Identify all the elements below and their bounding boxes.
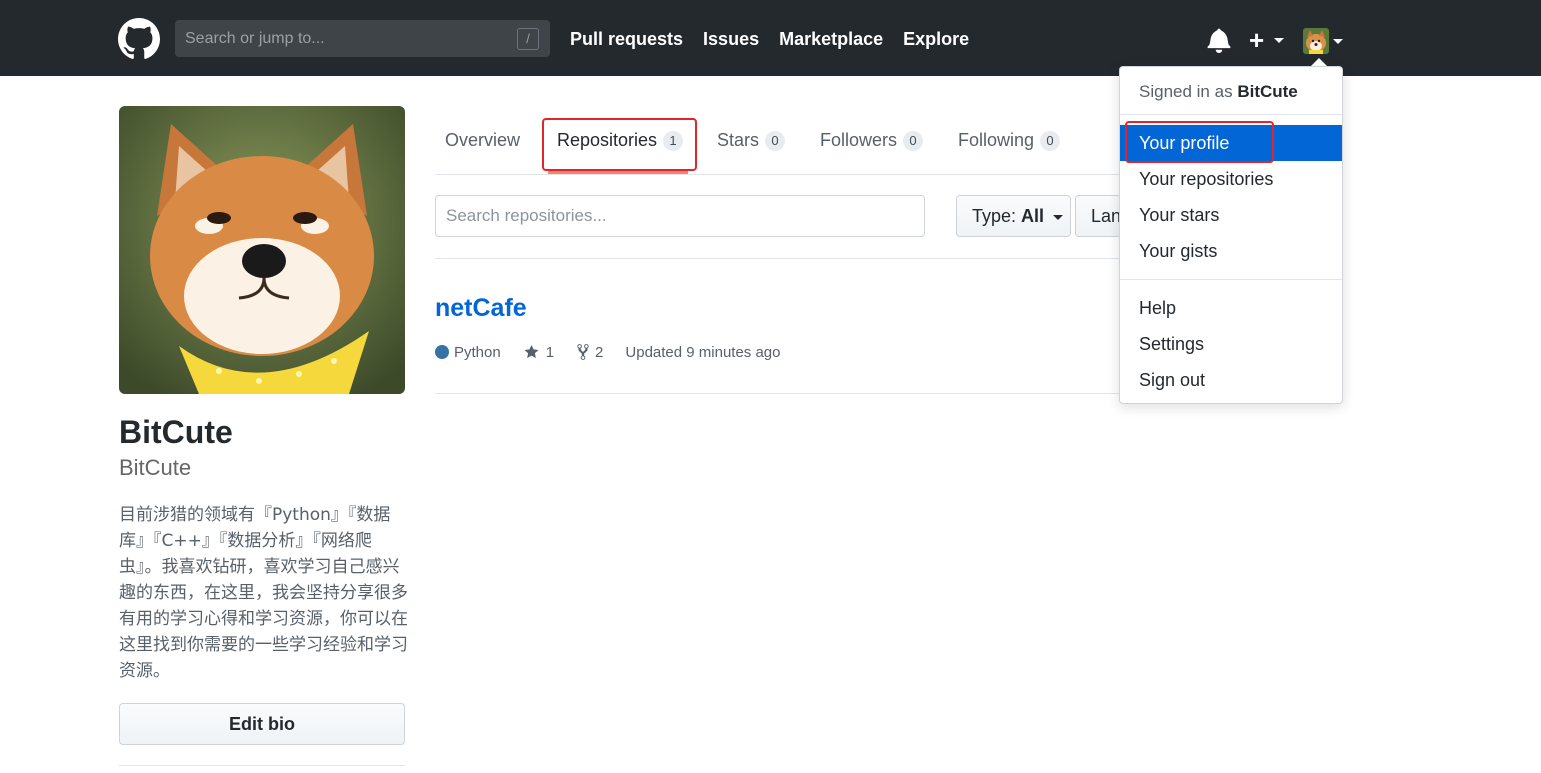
annotation-highlight-box (542, 118, 697, 171)
menu-item-settings[interactable]: Settings (1120, 326, 1342, 362)
avatar (119, 106, 405, 394)
repo-language: Python (435, 344, 501, 361)
tab-label: Stars (717, 130, 760, 150)
nav-marketplace[interactable]: Marketplace (779, 29, 883, 50)
tab-following[interactable]: Following 0 (958, 130, 1061, 152)
profile-name: BitCute (119, 414, 233, 450)
repo-link[interactable]: netCafe (435, 294, 527, 323)
type-filter-button[interactable]: Type: All (956, 195, 1071, 237)
menu-item-your-gists[interactable]: Your gists (1120, 233, 1342, 269)
search-shortcut-key: / (517, 28, 539, 50)
global-search: / (175, 20, 550, 57)
divider (435, 258, 1195, 259)
divider (1120, 279, 1342, 280)
tab-label: Overview (445, 130, 521, 150)
signed-in-prefix: Signed in as (1139, 82, 1233, 101)
repo-fork-count: 2 (595, 343, 604, 361)
menu-item-help[interactable]: Help (1120, 290, 1342, 326)
top-header: / Pull requests Issues Marketplace Explo… (0, 0, 1541, 76)
tab-label: Followers (820, 130, 898, 150)
menu-item-sign-out[interactable]: Sign out (1120, 362, 1342, 398)
repo-search-input[interactable] (435, 195, 925, 237)
menu-item-your-stars[interactable]: Your stars (1120, 197, 1342, 233)
tab-overview[interactable]: Overview (445, 130, 520, 151)
repo-meta: Python 1 2 Updated 9 minutes ago (435, 343, 803, 361)
signed-in-user: BitCute (1237, 82, 1298, 101)
star-icon (524, 345, 539, 358)
selected-tab-indicator (548, 171, 688, 174)
tab-label: Following (958, 130, 1035, 150)
type-filter-value: All (1021, 206, 1045, 226)
profile-avatar[interactable] (119, 106, 405, 394)
tab-counter: 0 (903, 131, 924, 152)
profile-bio: 目前涉猎的领域有『Python』『数据库』『C++』『数据分析』『网络爬虫』。我… (119, 505, 408, 681)
fork-icon (577, 344, 589, 360)
divider (435, 393, 1195, 394)
tab-followers[interactable]: Followers 0 (820, 130, 924, 152)
plus-icon: + (1249, 25, 1265, 55)
avatar (1303, 28, 1329, 54)
annotation-highlight-box (1125, 121, 1274, 163)
repo-star-count: 1 (545, 343, 555, 361)
tab-stars[interactable]: Stars 0 (717, 130, 786, 152)
repo-updated: Updated 9 minutes ago (625, 344, 780, 361)
menu-item-your-repositories[interactable]: Your repositories (1120, 161, 1342, 197)
tab-counter: 0 (1040, 131, 1061, 152)
chevron-down-icon (1274, 38, 1284, 43)
nav-explore[interactable]: Explore (903, 29, 969, 50)
main-nav: Pull requests Issues Marketplace Explore (570, 29, 969, 50)
chevron-down-icon (1053, 214, 1064, 220)
type-filter-label: Type: (972, 206, 1017, 226)
repo-stars[interactable]: 1 (523, 344, 554, 361)
dropdown-caret (1311, 58, 1327, 66)
signed-in-as: Signed in as BitCute (1139, 82, 1298, 102)
language-color-icon (435, 345, 449, 359)
bell-icon[interactable] (1207, 27, 1231, 53)
repo-language-label: Python (454, 343, 501, 361)
repo-updated-label: Updated 9 minutes ago (625, 343, 781, 361)
global-search-input[interactable] (185, 20, 505, 57)
user-dropdown-menu: Signed in as BitCute Your profile Your r… (1119, 66, 1343, 404)
create-new-menu[interactable]: + (1249, 26, 1289, 54)
edit-bio-button[interactable]: Edit bio (119, 703, 405, 745)
repo-forks[interactable]: 2 (576, 343, 603, 361)
chevron-down-icon (1333, 39, 1343, 44)
tab-counter: 0 (765, 131, 786, 152)
nav-pull-requests[interactable]: Pull requests (570, 29, 683, 50)
profile-login: BitCute (119, 455, 192, 480)
user-avatar-menu[interactable] (1303, 28, 1329, 54)
divider (119, 765, 405, 766)
divider (1120, 114, 1342, 115)
nav-issues[interactable]: Issues (703, 29, 759, 50)
github-logo-icon[interactable] (118, 18, 160, 60)
